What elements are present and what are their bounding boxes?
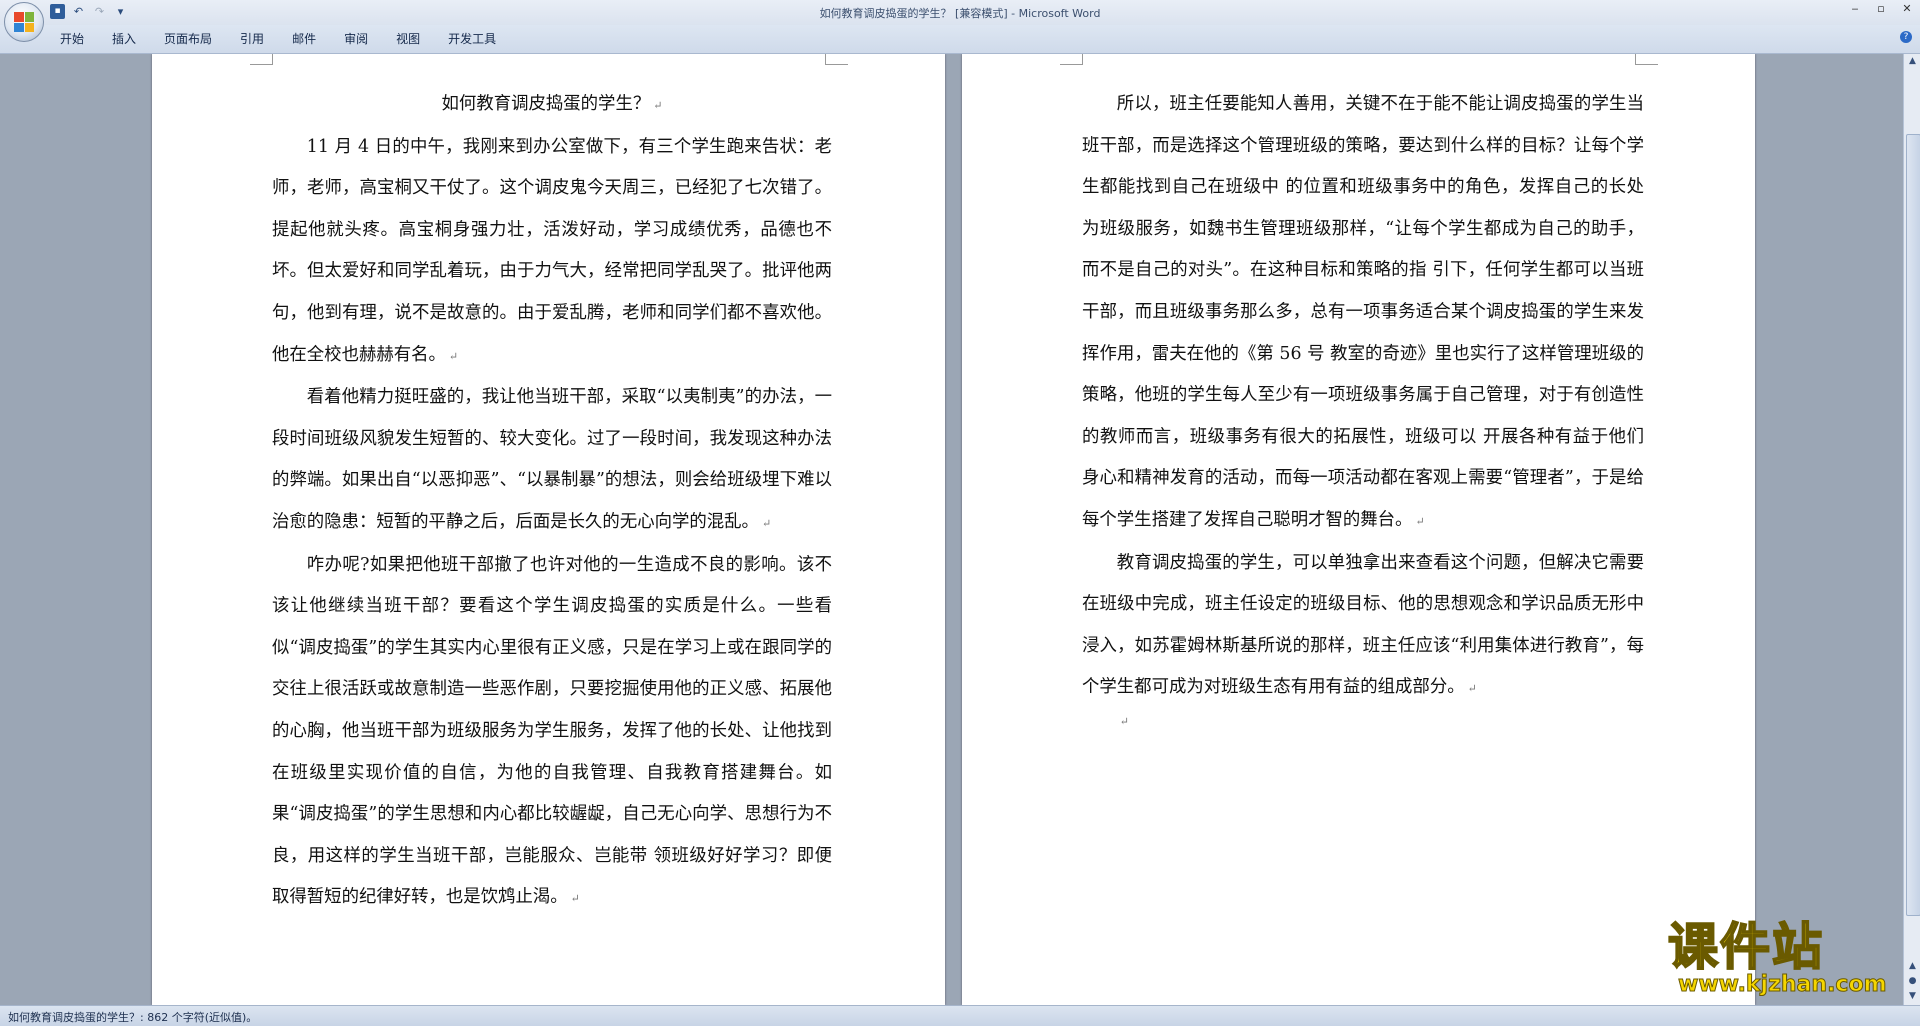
empty-paragraph: ↵ [1082,710,1644,732]
paragraph: 咋办呢?如果把他班干部撤了也许对他的一生造成不良的影响。该不该让他继续当班干部？… [272,554,832,908]
paragraph: 所以，班主任要能知人善用，关键不在于能不能让调皮捣蛋的学生当班干部，而是选择这个… [1082,94,1644,530]
paragraph: 11 月 4 日的中午，我刚来到办公室做下，有三个学生跑来告状：老师，老师，高宝… [272,136,832,365]
tab-home[interactable]: 开始 [60,30,100,47]
tab-developer[interactable]: 开发工具 [448,30,512,47]
watermark: 课件站 www.kjzhan.com [1667,918,1898,1000]
status-text: 如何教育调皮捣蛋的学生？: 862 个字符(近似值)。 [8,1011,258,1024]
tab-mailings[interactable]: 邮件 [292,30,332,47]
office-logo-icon [14,12,34,32]
minimize-button[interactable]: ‒ [1848,2,1862,15]
tab-page-layout[interactable]: 页面布局 [164,30,228,47]
office-button[interactable] [4,2,44,42]
tab-view[interactable]: 视图 [396,30,436,47]
page-1-content[interactable]: 如何教育调皮捣蛋的学生？ ↵ 11 月 4 日的中午，我刚来到办公室做下，有三个学… [272,84,832,920]
margin-mark [825,54,848,65]
paragraph-mark-icon: ↵ [1415,514,1425,528]
window-controls: ‒ ▫ ✕ [1848,2,1914,15]
paragraph-mark-icon: ↵ [1467,682,1477,696]
scroll-thumb[interactable] [1906,134,1920,916]
document-title: 如何教育调皮捣蛋的学生？ ↵ [441,94,663,114]
watermark-url: www.kjzhan.com [1678,972,1888,997]
paragraph-mark-icon: ↵ [761,516,772,530]
page-1[interactable]: 如何教育调皮捣蛋的学生？ ↵ 11 月 4 日的中午，我刚来到办公室做下，有三个学… [152,54,945,1005]
select-browse-icon[interactable]: ● [1905,974,1920,989]
page-up-icon[interactable]: ▲ [1905,959,1920,974]
window-title: 如何教育调皮捣蛋的学生？ [兼容模式] - Microsoft Word [819,7,1101,20]
margin-mark [1635,54,1658,65]
status-bar: 如何教育调皮捣蛋的学生？: 862 个字符(近似值)。 [0,1005,1920,1026]
page-2-content[interactable]: 所以，班主任要能知人善用，关键不在于能不能让调皮捣蛋的学生当班干部，而是选择这个… [1082,84,1644,732]
close-button[interactable]: ✕ [1900,2,1914,15]
help-icon[interactable]: ? [1900,31,1912,43]
tab-insert[interactable]: 插入 [112,30,152,47]
watermark-title: 课件站 [1667,918,1824,976]
paragraph: 教育调皮捣蛋的学生，可以单独拿出来查看这个问题，但解决它需要在班级中完成，班主任… [1082,552,1644,698]
tab-references[interactable]: 引用 [240,30,280,47]
paragraph-mark-icon: ↵ [448,349,459,363]
paragraph-mark-icon: ↵ [1119,714,1130,728]
paragraph: 看着他精力挺旺盛的，我让他当班干部，采取“以夷制夷”的办法，一段时间班级风貌发生… [272,387,832,532]
page-2[interactable]: 所以，班主任要能知人善用，关键不在于能不能让调皮捣蛋的学生当班干部，而是选择这个… [962,54,1755,1005]
paragraph-mark-icon: ↵ [570,892,580,906]
scroll-up-icon[interactable]: ▲ [1905,54,1920,69]
tab-review[interactable]: 审阅 [344,30,384,47]
page-down-icon[interactable]: ▼ [1905,989,1920,1004]
ribbon-tabs: 开始 插入 页面布局 引用 邮件 审阅 视图 开发工具 [60,30,524,47]
ribbon: 开始 插入 页面布局 引用 邮件 审阅 视图 开发工具 ? [0,25,1920,54]
document-area: 如何教育调皮捣蛋的学生？ ↵ 11 月 4 日的中午，我刚来到办公室做下，有三个学… [0,54,1903,1005]
paragraph-mark-icon: ↵ [653,99,663,112]
title-bar: ▪ ↶ ↷ ▾ 如何教育调皮捣蛋的学生？ [兼容模式] - Microsoft … [0,0,1920,42]
vertical-scrollbar[interactable]: ▲ ▲ ● ▼ [1903,54,1920,1005]
maximize-button[interactable]: ▫ [1874,2,1888,15]
margin-mark [1060,54,1083,65]
margin-mark [250,54,273,65]
